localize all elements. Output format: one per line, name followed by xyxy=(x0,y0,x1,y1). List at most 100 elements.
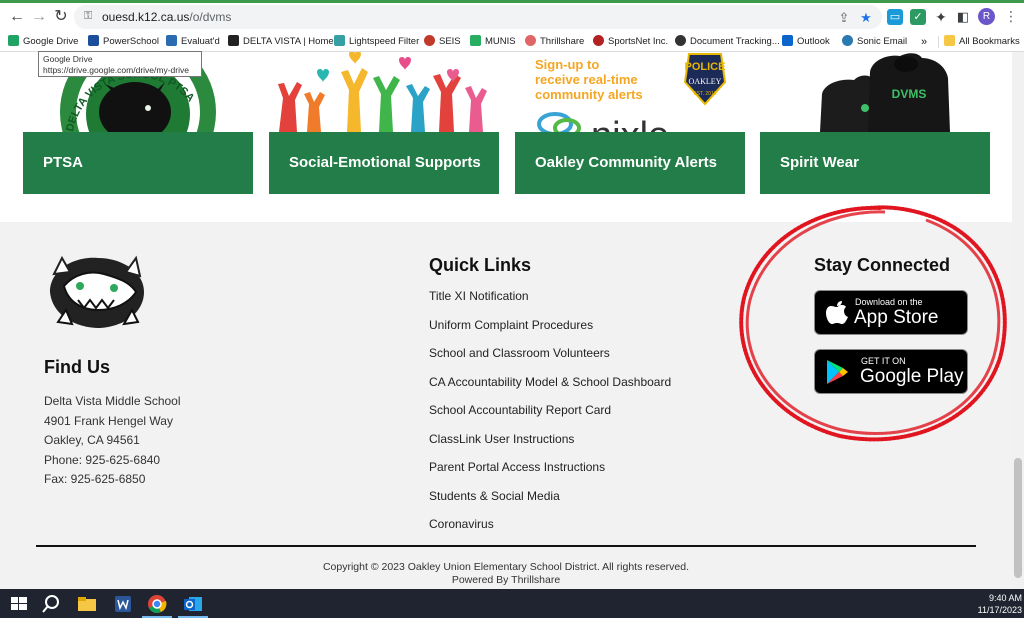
bookmarks-bar: Google Drive PowerSchool Evaluat'd DELTA… xyxy=(0,32,1024,52)
bookmark-sportsnet[interactable]: SportsNet Inc. xyxy=(593,35,668,49)
google-play-small-text: GET IT ON xyxy=(861,356,906,366)
site-info-icon[interactable]: ⚿ xyxy=(84,10,96,24)
bookmark-delta-vista[interactable]: DELTA VISTA | Home xyxy=(228,35,334,49)
bookmark-thrillshare[interactable]: Thrillshare xyxy=(525,35,584,49)
bookmark-lightspeed[interactable]: Lightspeed Filter xyxy=(334,35,419,49)
extension-screen-icon[interactable]: ▭ xyxy=(887,9,903,25)
link-coronavirus[interactable]: Coronavirus xyxy=(429,517,671,546)
link-accountability-dashboard[interactable]: CA Accountability Model & School Dashboa… xyxy=(429,375,671,404)
file-explorer-icon[interactable] xyxy=(76,593,98,615)
app-store-button[interactable]: Download on the App Store xyxy=(814,290,968,335)
folder-icon xyxy=(944,35,955,46)
bookmark-seis[interactable]: SEIS xyxy=(424,35,461,49)
quick-links-list: Title XI Notification Uniform Complaint … xyxy=(429,289,671,546)
word-icon[interactable] xyxy=(112,593,134,615)
all-bookmarks[interactable]: All Bookmarks xyxy=(944,35,1020,49)
card-label: Spirit Wear xyxy=(780,154,859,171)
card-label: Social-Emotional Supports xyxy=(289,154,481,171)
bookmark-evaluatd[interactable]: Evaluat'd xyxy=(166,35,220,49)
card-label: Oakley Community Alerts xyxy=(535,154,717,171)
document-tracking-icon xyxy=(675,35,686,46)
outlook-icon xyxy=(782,35,793,46)
link-parent-portal[interactable]: Parent Portal Access Instructions xyxy=(429,460,671,489)
hands-hearts-image xyxy=(269,52,499,132)
outlook-taskbar-icon[interactable] xyxy=(182,593,204,615)
reload-icon[interactable]: ↻ xyxy=(52,8,70,26)
menu-kebab-icon[interactable]: ⋮ xyxy=(1004,8,1018,25)
munis-icon xyxy=(470,35,481,46)
card-social-emotional[interactable]: Social-Emotional Supports xyxy=(269,52,499,194)
apple-icon xyxy=(826,301,848,324)
sportsnet-icon xyxy=(593,35,604,46)
address-line: Oakley, CA 94561 xyxy=(44,433,140,447)
clock-time: 9:40 AM xyxy=(988,593,1022,603)
link-classlink[interactable]: ClassLink User Instructions xyxy=(429,432,671,461)
svg-text:DELTA VISTA SCHOOL PTSA: DELTA VISTA SCHOOL PTSA xyxy=(64,68,196,132)
svg-text:OAKLEY: OAKLEY xyxy=(689,77,722,86)
card-spirit-wear[interactable]: DVMS Spirit Wear xyxy=(760,52,990,194)
copyright-block: Copyright © 2023 Oakley Union Elementary… xyxy=(0,561,1012,587)
svg-text:DVMS: DVMS xyxy=(892,87,927,101)
bookmark-star-icon[interactable]: ★ xyxy=(858,10,874,26)
side-panel-icon[interactable]: ◧ xyxy=(955,9,971,25)
fax-line: Fax: 925-625-6850 xyxy=(44,472,146,486)
share-icon[interactable]: ⇪ xyxy=(836,10,852,26)
bookmark-munis[interactable]: MUNIS xyxy=(470,35,516,49)
profile-avatar[interactable]: R xyxy=(978,8,995,25)
bookmark-outlook[interactable]: Outlook xyxy=(782,35,830,49)
svg-text:nixle: nixle xyxy=(591,115,669,132)
card-label: PTSA xyxy=(43,154,84,171)
google-play-icon xyxy=(827,360,848,384)
link-sarc[interactable]: School Accountability Report Card xyxy=(429,403,671,432)
bookmark-document-tracking[interactable]: Document Tracking... xyxy=(675,35,780,49)
svg-text:EST. 2016: EST. 2016 xyxy=(693,91,716,97)
bookmark-sonic-email[interactable]: Sonic Email xyxy=(842,35,907,49)
copyright-text: Copyright © 2023 Oakley Union Elementary… xyxy=(322,561,690,573)
phone-line: Phone: 925-625-6840 xyxy=(44,452,161,467)
link-title-xi[interactable]: Title XI Notification xyxy=(429,289,671,318)
link-social-media[interactable]: Students & Social Media xyxy=(429,489,671,518)
card-community-alerts[interactable]: Sign-up to receive real-time community a… xyxy=(515,52,745,194)
google-drive-icon xyxy=(8,35,19,46)
panther-logo xyxy=(50,255,144,328)
browser-toolbar: ← → ↻ ⚿ ouesd.k12.ca.us/o/dvms ⇪ ★ ▭ ✓ ✦… xyxy=(0,0,1024,32)
address-line: 4901 Frank Hengel Way xyxy=(44,413,173,428)
tooltip-url: https://drive.google.com/drive/my-drive xyxy=(43,65,189,75)
forward-arrow-icon[interactable]: → xyxy=(30,8,48,26)
app-store-big-text: App Store xyxy=(854,307,939,328)
bookmark-google-drive[interactable]: Google Drive xyxy=(8,35,78,49)
app-store-small-text: Download on the xyxy=(855,297,923,307)
scrollbar-thumb[interactable] xyxy=(1014,458,1022,578)
page-scrollbar[interactable] xyxy=(1012,52,1024,589)
windows-start-icon[interactable] xyxy=(8,593,30,615)
thrillshare-icon xyxy=(525,35,536,46)
svg-text:community alerts: community alerts xyxy=(535,87,643,102)
feature-cards: DELTA VISTA SCHOOL PTSA PTSA xyxy=(0,52,1012,222)
chrome-icon[interactable] xyxy=(146,593,168,615)
bookmark-powerschool[interactable]: PowerSchool xyxy=(88,35,159,49)
back-arrow-icon[interactable]: ← xyxy=(8,8,26,26)
more-bookmarks-chevron[interactable]: » xyxy=(921,35,927,49)
extensions-puzzle-icon[interactable]: ✦ xyxy=(933,9,949,25)
sonic-email-icon xyxy=(842,35,853,46)
tab-strip xyxy=(0,0,1024,3)
evaluatd-icon xyxy=(166,35,177,46)
powerschool-icon xyxy=(88,35,99,46)
tooltip-title: Google Drive xyxy=(43,54,93,64)
link-volunteers[interactable]: School and Classroom Volunteers xyxy=(429,346,671,375)
find-us-heading: Find Us xyxy=(44,357,110,377)
address-bar[interactable]: ⚿ ouesd.k12.ca.us/o/dvms ⇪ ★ xyxy=(74,5,882,29)
svg-text:receive real-time: receive real-time xyxy=(535,72,638,87)
system-clock[interactable]: 9:40 AM 11/17/2023 xyxy=(972,592,1022,616)
url-text: ouesd.k12.ca.us/o/dvms xyxy=(102,10,232,24)
link-uniform-complaint[interactable]: Uniform Complaint Procedures xyxy=(429,318,671,347)
windows-taskbar: 9:40 AM 11/17/2023 xyxy=(0,589,1024,618)
search-icon[interactable] xyxy=(40,593,62,615)
hoodie-image: DVMS xyxy=(760,52,990,132)
bookmark-tooltip: Google Drive https://drive.google.com/dr… xyxy=(38,51,202,77)
extension-check-icon[interactable]: ✓ xyxy=(910,9,926,25)
google-play-button[interactable]: GET IT ON Google Play xyxy=(814,349,968,394)
lightspeed-icon xyxy=(334,35,345,46)
footer-divider xyxy=(36,545,976,547)
powered-by-link[interactable]: Powered By Thrillshare xyxy=(0,574,1012,587)
